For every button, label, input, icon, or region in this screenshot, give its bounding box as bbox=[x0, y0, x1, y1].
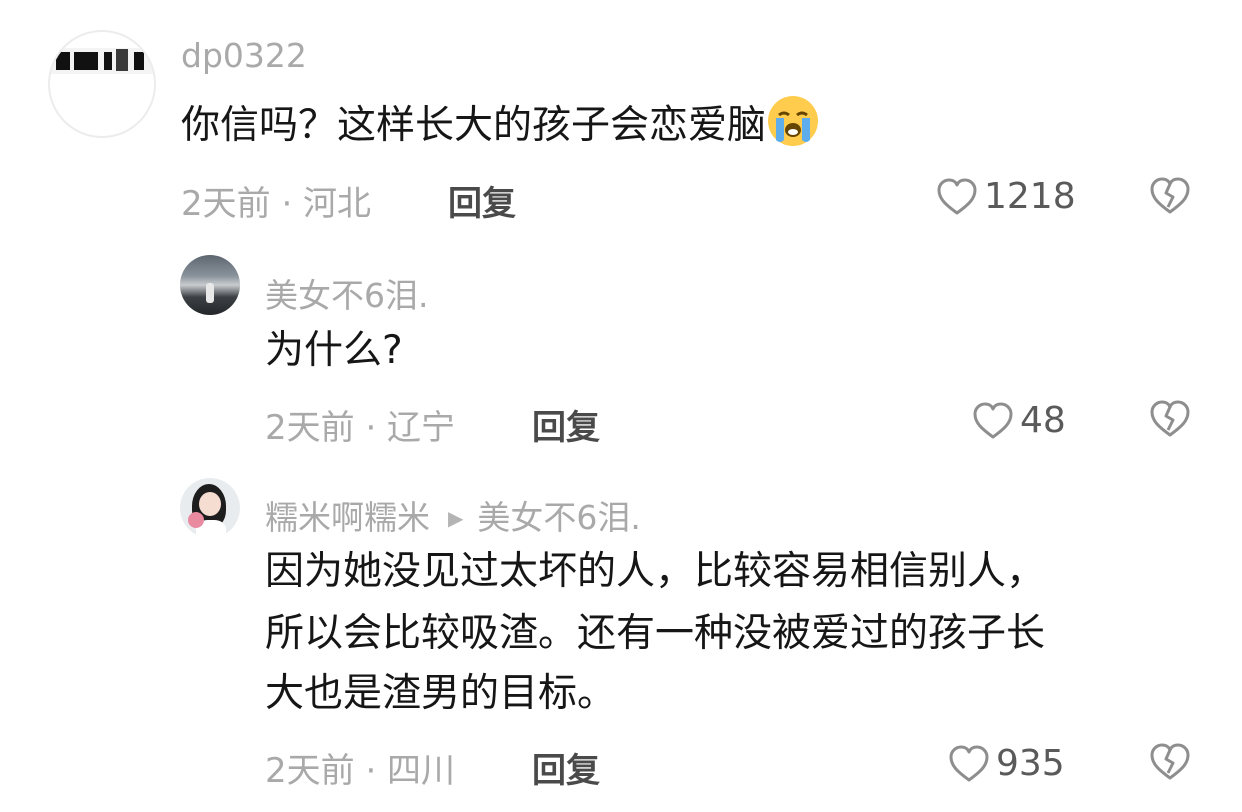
like-button[interactable]: 935 bbox=[948, 743, 1065, 784]
broken-heart-icon[interactable] bbox=[1148, 177, 1192, 215]
comment-text-line: 所以会比较吸渣。还有一种没被爱过的孩子长 bbox=[265, 611, 1046, 656]
reply-arrow-icon: ▶ bbox=[448, 506, 464, 530]
like-button[interactable]: 1218 bbox=[936, 176, 1076, 217]
reply-to-username[interactable]: 美女不6泪. bbox=[477, 498, 641, 537]
comment-text: 为什么? bbox=[265, 328, 403, 373]
comment-meta: 2天前 · 辽宁 bbox=[265, 408, 456, 448]
username[interactable]: dp0322 bbox=[181, 36, 307, 75]
comment-text-line: 大也是渣男的目标。 bbox=[265, 671, 617, 716]
username-line: 糯米啊糯米 ▶ 美女不6泪. bbox=[265, 491, 641, 539]
avatar[interactable] bbox=[180, 255, 240, 315]
comment-meta: 2天前 · 四川 bbox=[265, 751, 456, 791]
username[interactable]: 糯米啊糯米 bbox=[265, 498, 430, 537]
like-count: 935 bbox=[996, 743, 1065, 784]
avatar[interactable] bbox=[48, 30, 156, 138]
like-count: 48 bbox=[1020, 400, 1066, 441]
heart-icon bbox=[937, 178, 977, 214]
like-button[interactable]: 48 bbox=[972, 400, 1066, 441]
comment-meta: 2天前 · 河北 bbox=[181, 184, 372, 224]
heart-icon bbox=[973, 402, 1013, 438]
loudly-crying-face-icon bbox=[768, 96, 819, 146]
username[interactable]: 美女不6泪. bbox=[265, 269, 429, 317]
reply-button[interactable]: 回复 bbox=[532, 743, 600, 792]
comment-text: 你信吗？这样长大的孩子会恋爱脑 bbox=[181, 94, 820, 153]
avatar[interactable] bbox=[180, 478, 240, 538]
broken-heart-icon[interactable] bbox=[1148, 743, 1192, 781]
heart-icon bbox=[949, 745, 989, 781]
comment-text-content: 你信吗？这样长大的孩子会恋爱脑 bbox=[181, 103, 767, 148]
reply-button[interactable]: 回复 bbox=[448, 176, 516, 225]
comment-text-line: 因为她没见过太坏的人，比较容易相信别人， bbox=[265, 549, 1046, 594]
reply-button[interactable]: 回复 bbox=[532, 400, 600, 449]
broken-heart-icon[interactable] bbox=[1148, 400, 1192, 438]
like-count: 1218 bbox=[984, 176, 1076, 217]
